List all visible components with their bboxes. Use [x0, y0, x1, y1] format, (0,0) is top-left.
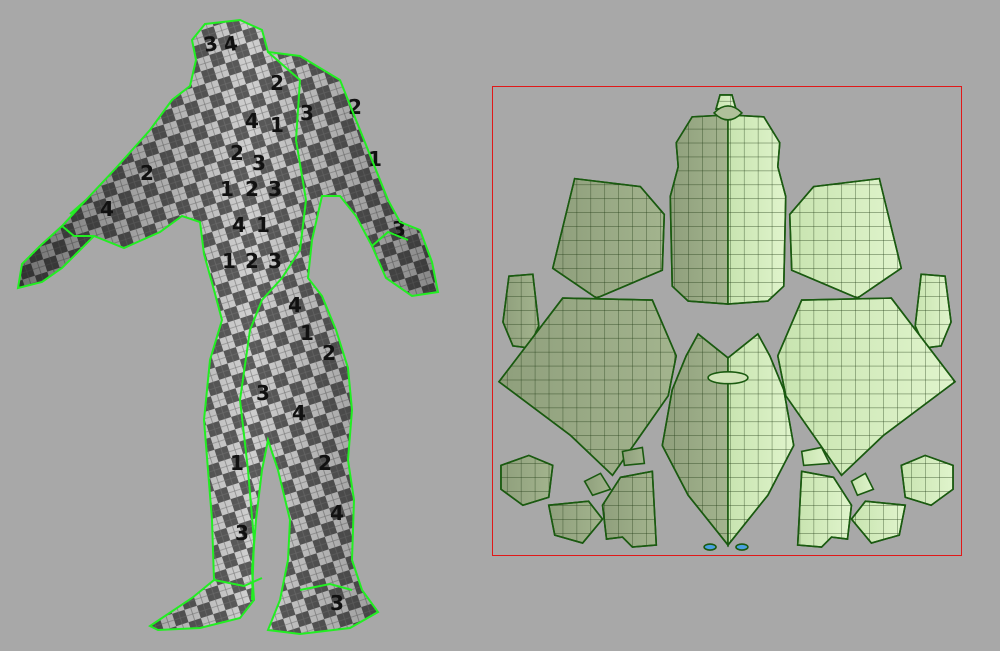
uv-island-fingers-left[interactable] — [500, 454, 604, 544]
uv-island-arm-left[interactable] — [551, 177, 666, 300]
svg-text:3: 3 — [268, 249, 282, 273]
svg-text:4: 4 — [100, 197, 114, 221]
svg-text:3: 3 — [330, 591, 344, 615]
svg-text:1: 1 — [220, 177, 234, 201]
uv-island-arm-right[interactable] — [788, 177, 903, 300]
svg-text:2: 2 — [322, 341, 336, 365]
character-body: 3 4 2 3 4 1 2 3 1 2 3 4 1 1 2 3 4 1 2 3 — [16, 18, 440, 636]
svg-text:1: 1 — [230, 451, 244, 475]
svg-text:2: 2 — [270, 71, 284, 95]
svg-text:4: 4 — [292, 401, 306, 425]
svg-text:1: 1 — [256, 213, 270, 237]
uv-island-foot-right[interactable] — [796, 470, 853, 548]
uv-island-torso-back[interactable] — [661, 332, 795, 548]
svg-text:2: 2 — [245, 177, 259, 201]
uv-island-torso-front[interactable] — [669, 105, 787, 305]
svg-text:2: 2 — [318, 451, 332, 475]
svg-text:2: 2 — [140, 161, 154, 185]
uv-island-fingers-right[interactable] — [850, 454, 954, 544]
svg-text:2: 2 — [230, 141, 244, 165]
svg-text:1: 1 — [300, 321, 314, 345]
uv-island-foot-left[interactable] — [601, 470, 658, 548]
svg-text:3: 3 — [268, 177, 282, 201]
svg-text:1: 1 — [222, 249, 236, 273]
svg-text:3: 3 — [256, 381, 270, 405]
svg-text:2: 2 — [245, 249, 259, 273]
svg-text:4: 4 — [245, 109, 259, 133]
viewport[interactable]: 3 4 2 3 4 1 2 3 1 2 3 4 1 1 2 3 4 1 2 3 — [0, 0, 1000, 651]
svg-text:4: 4 — [232, 213, 246, 237]
svg-text:4: 4 — [288, 293, 302, 317]
svg-text:3: 3 — [300, 101, 314, 125]
svg-text:4: 4 — [330, 501, 344, 525]
svg-text:3: 3 — [252, 151, 266, 175]
uv-layout-icon[interactable] — [492, 86, 962, 556]
svg-text:3: 3 — [235, 521, 249, 545]
character-mesh-icon[interactable]: 3 4 2 3 4 1 2 3 1 2 3 4 1 1 2 3 4 1 2 3 — [0, 0, 480, 651]
svg-text:1: 1 — [270, 113, 284, 137]
